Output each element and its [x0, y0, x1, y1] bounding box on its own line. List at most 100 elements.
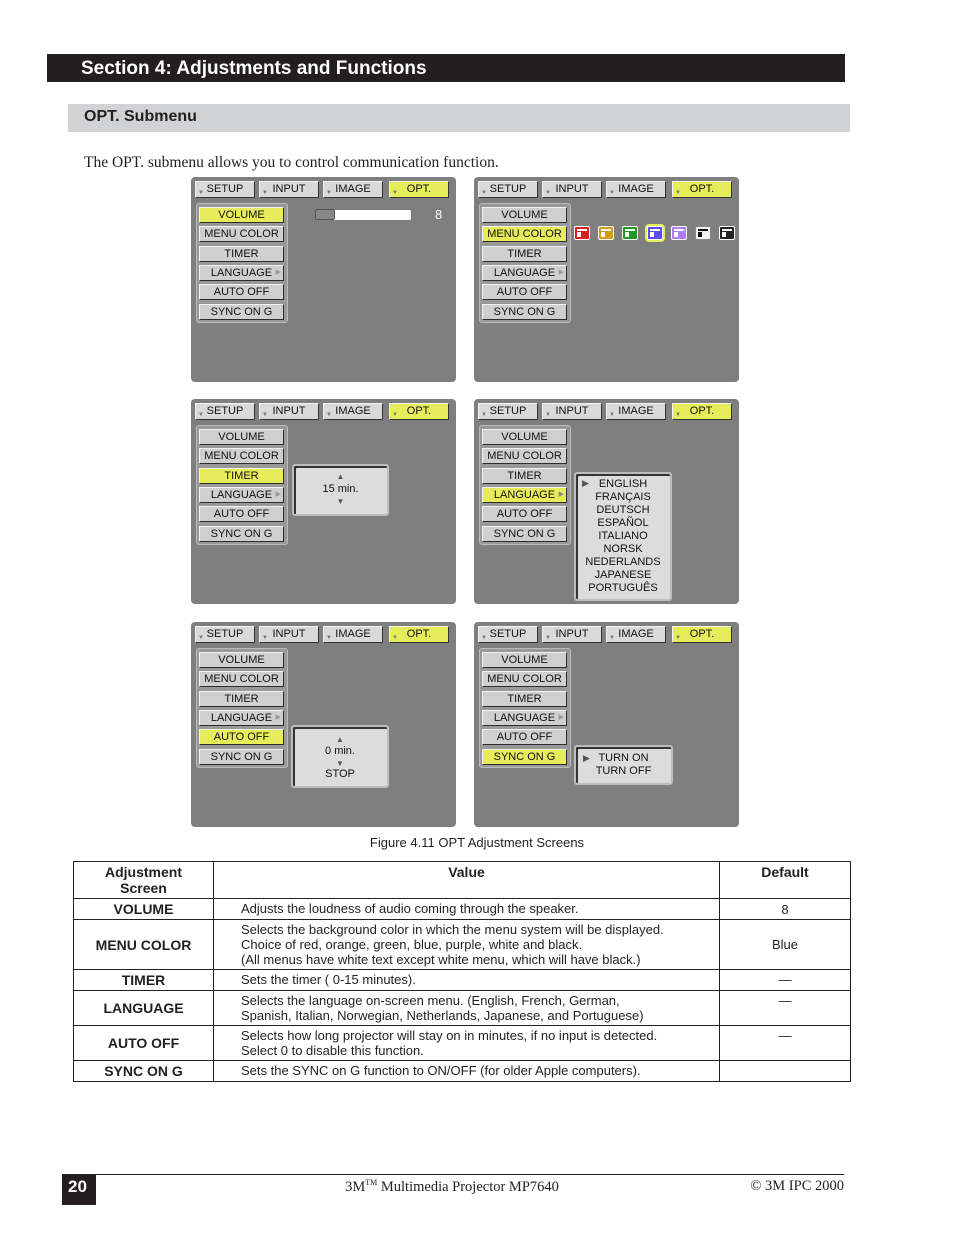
menu-item-timer[interactable]: TIMER: [482, 690, 567, 707]
menu-item-auto-off[interactable]: AUTO OFF: [482, 506, 567, 523]
menu-item-language[interactable]: LANGUAGE ▶: [482, 709, 567, 726]
menu-item-menu-color[interactable]: MENU COLOR: [482, 448, 567, 465]
tab-setup[interactable]: ▼ SETUP: [478, 181, 538, 198]
language-option[interactable]: FRANÇAIS: [576, 491, 670, 504]
menu-color-swatch-blue[interactable]: [646, 226, 663, 240]
menu-color-swatch-white[interactable]: [695, 226, 711, 240]
menu-color-swatch-orange[interactable]: [598, 226, 615, 240]
menu-item-language[interactable]: LANGUAGE ▶: [482, 264, 567, 281]
up-arrow-icon[interactable]: ▲: [294, 472, 387, 481]
menu-item-volume[interactable]: VOLUME: [199, 207, 284, 223]
tab-setup[interactable]: ▼ SETUP: [195, 626, 255, 643]
tab-dropdown-icon: ▼: [198, 412, 204, 418]
menu-color-swatch-green[interactable]: [622, 226, 639, 240]
language-option[interactable]: ESPAÑOL: [576, 517, 670, 530]
menu-item-timer[interactable]: TIMER: [482, 467, 567, 484]
menu-item-sync-on-g[interactable]: SYNC ON G: [199, 525, 284, 542]
tab-opt[interactable]: ▼ OPT.: [672, 626, 732, 643]
menu-item-volume[interactable]: VOLUME: [482, 207, 567, 223]
language-option[interactable]: PORTUGUÊS: [576, 582, 670, 595]
tab-opt[interactable]: ▼ OPT.: [672, 403, 732, 420]
language-option[interactable]: NEDERLANDS: [576, 556, 670, 569]
menu-item-label: MENU COLOR: [487, 228, 562, 241]
down-arrow-icon[interactable]: ▼: [293, 759, 387, 768]
menu-color-swatch-red[interactable]: [574, 226, 590, 240]
tab-label: IMAGE: [335, 183, 371, 195]
menu-item-volume[interactable]: VOLUME: [482, 429, 567, 445]
menu-item-menu-color[interactable]: MENU COLOR: [199, 671, 284, 688]
menu-color-swatch-black[interactable]: [719, 226, 736, 240]
menu-color-swatch-purple[interactable]: [670, 226, 687, 240]
tab-setup[interactable]: ▼ SETUP: [478, 403, 538, 420]
tab-input[interactable]: ▼ INPUT: [542, 626, 602, 643]
osd-screen-sync-on-g: ▶ TURN ON TURN OFF ▼ SETUP ▼ INPUT ▼ IMAGE ▼ OP…: [474, 622, 739, 827]
menu-item-sync-on-g[interactable]: SYNC ON G: [199, 748, 284, 765]
sync-option-turn-on[interactable]: TURN ON: [576, 752, 671, 765]
auto-off-popup: ▲ 0 min. ▼ STOP: [291, 725, 389, 788]
menu-item-auto-off[interactable]: AUTO OFF: [482, 729, 567, 746]
menu-item-volume[interactable]: VOLUME: [199, 429, 284, 445]
tab-image[interactable]: ▼ IMAGE: [606, 181, 666, 198]
tab-setup[interactable]: ▼ SETUP: [478, 626, 538, 643]
menu-item-auto-off[interactable]: AUTO OFF: [199, 506, 284, 523]
cell-default: [719, 1060, 851, 1082]
menu-item-menu-color[interactable]: MENU COLOR: [199, 226, 284, 243]
language-option[interactable]: ENGLISH: [576, 478, 670, 491]
tab-input[interactable]: ▼ INPUT: [259, 403, 319, 420]
menu-item-label: TIMER: [507, 692, 542, 705]
tab-input[interactable]: ▼ INPUT: [542, 403, 602, 420]
tab-label: INPUT: [272, 183, 306, 195]
tab-image[interactable]: ▼ IMAGE: [606, 403, 666, 420]
menu-item-menu-color[interactable]: MENU COLOR: [199, 448, 284, 465]
language-option[interactable]: DEUTSCH: [576, 504, 670, 517]
up-arrow-icon[interactable]: ▲: [293, 735, 387, 744]
menu-item-timer[interactable]: TIMER: [199, 690, 284, 707]
menu-item-menu-color[interactable]: MENU COLOR: [482, 671, 567, 688]
cell-screen: LANGUAGE: [73, 990, 214, 1026]
menu-item-auto-off[interactable]: AUTO OFF: [482, 284, 567, 301]
tab-opt[interactable]: ▼ OPT.: [389, 181, 449, 198]
menu-item-language[interactable]: LANGUAGE ▶: [199, 486, 284, 503]
menu-item-label: AUTO OFF: [496, 508, 553, 521]
menu-item-language[interactable]: LANGUAGE ▶: [199, 709, 284, 726]
tab-image[interactable]: ▼ IMAGE: [323, 626, 383, 643]
submenu-arrow-icon: ▶: [558, 713, 564, 721]
tab-image[interactable]: ▼ IMAGE: [606, 626, 666, 643]
menu-item-auto-off[interactable]: AUTO OFF: [199, 729, 284, 746]
tab-input[interactable]: ▼ INPUT: [542, 181, 602, 198]
sync-option-turn-off[interactable]: TURN OFF: [576, 765, 671, 778]
menu-item-sync-on-g[interactable]: SYNC ON G: [482, 525, 567, 542]
tab-setup[interactable]: ▼ SETUP: [195, 181, 255, 198]
menu-item-sync-on-g[interactable]: SYNC ON G: [482, 748, 567, 765]
volume-slider-knob[interactable]: [315, 209, 335, 220]
tab-setup[interactable]: ▼ SETUP: [195, 403, 255, 420]
menu-item-language[interactable]: LANGUAGE ▶: [482, 486, 567, 503]
tab-input[interactable]: ▼ INPUT: [259, 626, 319, 643]
menu-item-label: VOLUME: [501, 654, 548, 666]
menu-item-label: TIMER: [224, 247, 259, 260]
menu-item-volume[interactable]: VOLUME: [199, 652, 284, 668]
tab-image[interactable]: ▼ IMAGE: [323, 403, 383, 420]
menu-item-sync-on-g[interactable]: SYNC ON G: [482, 303, 567, 320]
header-default: Default: [719, 861, 851, 899]
tab-input[interactable]: ▼ INPUT: [259, 181, 319, 198]
menu-item-timer[interactable]: TIMER: [199, 467, 284, 484]
menu-item-menu-color[interactable]: MENU COLOR: [482, 226, 567, 243]
tab-dropdown-icon: ▼: [198, 190, 204, 196]
tab-image[interactable]: ▼ IMAGE: [323, 181, 383, 198]
menu-item-timer[interactable]: TIMER: [482, 245, 567, 262]
down-arrow-icon[interactable]: ▼: [294, 497, 387, 506]
language-option[interactable]: NORSK: [576, 543, 670, 556]
menu-item-sync-on-g[interactable]: SYNC ON G: [199, 303, 284, 320]
tab-opt[interactable]: ▼ OPT.: [389, 403, 449, 420]
language-option[interactable]: ITALIANO: [576, 530, 670, 543]
footer-product-name: Multimedia Projector MP7640: [377, 1178, 559, 1195]
menu-item-volume[interactable]: VOLUME: [482, 652, 567, 668]
menu-item-auto-off[interactable]: AUTO OFF: [199, 284, 284, 301]
tab-opt[interactable]: ▼ OPT.: [672, 181, 732, 198]
menu-item-timer[interactable]: TIMER: [199, 245, 284, 262]
tab-opt[interactable]: ▼ OPT.: [389, 626, 449, 643]
menu-item-language[interactable]: LANGUAGE ▶: [199, 264, 284, 281]
tab-dropdown-icon: ▼: [326, 412, 332, 418]
language-option[interactable]: JAPANESE: [576, 569, 670, 582]
